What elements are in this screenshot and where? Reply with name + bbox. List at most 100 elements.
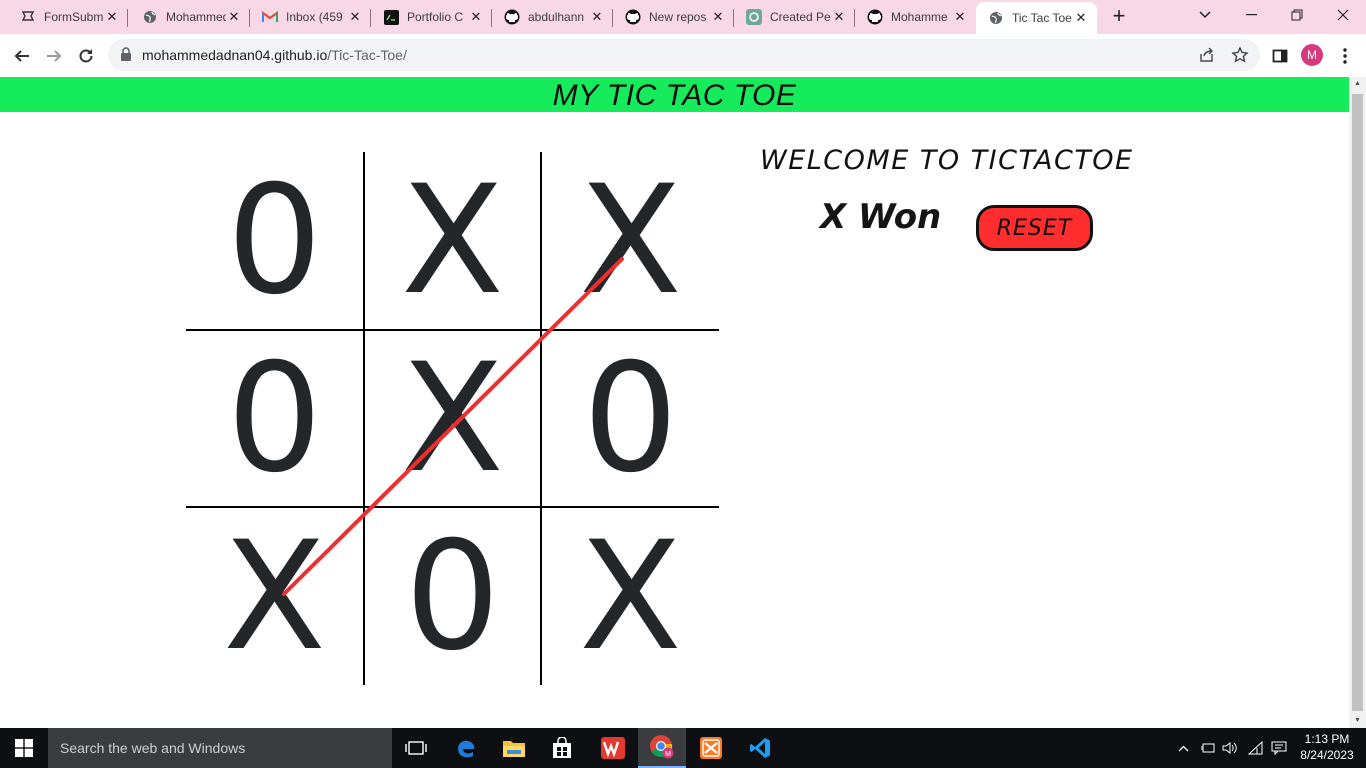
clock-date: 8/24/2023 [1300,748,1354,762]
globe-icon [988,10,1004,26]
tab-search-icon[interactable] [1182,0,1228,30]
clock-time: 1:13 PM [1304,732,1350,746]
github-icon [504,9,520,25]
scroll-up-arrow-icon[interactable]: ▲ [1349,77,1366,91]
windows-taskbar: Search the web and Windows M 1:13 PM 8/2… [0,728,1366,768]
minimize-icon[interactable] [1228,0,1274,30]
url-host: mohammedadnan04.github.io [142,47,328,63]
board-cell-3[interactable]: X [542,152,719,329]
page-viewport: MY TIC TAC TOE 0 X X 0 X 0 X 0 X WELCOME… [0,77,1349,728]
page-scrollbar[interactable]: ▲ ▼ [1349,77,1366,728]
power-battery-icon[interactable] [1197,728,1219,768]
tab-title: abdulhann [528,10,585,24]
close-tab-icon[interactable]: ✕ [1073,10,1089,26]
forward-arrow-icon[interactable] [40,42,68,70]
tab-new-repos[interactable]: New repos ✕ [613,2,734,32]
menu-kebab-icon[interactable] [1333,44,1357,68]
restore-icon[interactable] [1274,0,1320,30]
close-tab-icon[interactable]: ✕ [952,9,968,25]
address-bar[interactable]: mohammedadnan04.github.io/Tic-Tac-Toe/ [108,39,1260,71]
profile-avatar[interactable]: M [1301,44,1323,66]
share-icon[interactable] [1198,46,1216,64]
tab-formsubmit[interactable]: FormSubmit ✕ [0,2,128,32]
tab-title: Created Pe [770,10,831,24]
scroll-down-arrow-icon[interactable]: ▼ [1349,714,1366,728]
close-window-icon[interactable] [1320,0,1366,30]
github-icon [867,9,883,25]
tab-title: Tic Tac Toe [1012,11,1072,25]
tab-title: Inbox (459 [286,10,343,24]
board-cell-8[interactable]: 0 [364,508,541,685]
xampp-icon[interactable] [687,728,735,768]
tab-tic-tac-toe[interactable]: Tic Tac Toe ✕ [976,2,1097,34]
close-tab-icon[interactable]: ✕ [226,9,242,25]
board-cell-1[interactable]: 0 [186,152,363,329]
close-tab-icon[interactable]: ✕ [710,9,726,25]
file-explorer-icon[interactable] [490,728,538,768]
formsubmit-icon [20,9,36,25]
board-cell-6[interactable]: 0 [542,330,719,507]
task-view-icon[interactable] [392,728,440,768]
url-path: /Tic-Tac-Toe/ [327,47,407,63]
globe-icon [142,9,158,25]
tab-abdulhann[interactable]: abdulhann ✕ [492,2,613,32]
edge-browser-icon[interactable] [442,728,490,768]
notification-center-icon[interactable] [1269,728,1289,768]
tab-title: New repos [649,10,707,24]
board-cell-4[interactable]: 0 [186,330,363,507]
board-cell-9[interactable]: X [542,508,719,685]
tab-portfolio[interactable]: Portfolio C ✕ [371,2,492,32]
url-text[interactable]: mohammedadnan04.github.io/Tic-Tac-Toe/ [142,47,407,63]
github-icon [625,9,641,25]
tab-title: FormSubmit [44,10,104,24]
chatgpt-icon [746,9,762,25]
taskbar-clock[interactable]: 1:13 PM 8/24/2023 [1296,731,1358,763]
board-cell-5[interactable]: X [364,330,541,507]
grid-line-vertical-1 [363,152,365,685]
close-tab-icon[interactable]: ✕ [104,9,120,25]
tab-title: Mohamme [891,10,948,24]
close-tab-icon[interactable]: ✕ [589,9,605,25]
grid-line-horizontal-1 [186,329,719,331]
tab-inbox[interactable]: Inbox (459 ✕ [250,2,371,32]
tab-mohammed-1[interactable]: Mohammed ✕ [128,2,250,32]
board-cell-7[interactable]: X [186,508,363,685]
tab-title: Portfolio C [407,10,464,24]
taskbar-search-box[interactable]: Search the web and Windows [48,728,392,768]
chrome-icon[interactable]: M [638,728,686,768]
codepen-icon [383,9,399,25]
close-tab-icon[interactable]: ✕ [831,9,847,25]
close-tab-icon[interactable]: ✕ [347,9,363,25]
show-hidden-icons-chevron-icon[interactable] [1174,728,1192,768]
tab-mohammed-2[interactable]: Mohamme ✕ [855,2,976,32]
speaker-volume-icon[interactable] [1220,728,1240,768]
vscode-icon[interactable] [736,728,784,768]
side-panel-icon[interactable] [1268,44,1292,68]
reload-icon[interactable] [72,42,100,70]
windows-start-icon[interactable] [0,728,48,768]
grid-line-vertical-2 [540,152,542,685]
close-tab-icon[interactable]: ✕ [468,9,484,25]
page-title: MY TIC TAC TOE [552,79,797,112]
board-cell-2[interactable]: X [364,152,541,329]
network-wifi-icon[interactable] [1246,728,1266,768]
scrollbar-thumb[interactable] [1352,94,1363,711]
tab-strip: FormSubmit ✕ Mohammed ✕ Inbox (459 ✕ Por… [0,0,1366,34]
gmail-icon [262,9,278,25]
page-banner: MY TIC TAC TOE [0,77,1349,112]
svg-text:M: M [665,751,671,758]
bookmark-star-icon[interactable] [1231,46,1249,64]
store-icon[interactable] [538,728,586,768]
back-arrow-icon[interactable] [8,42,36,70]
game-status: X Won [820,197,942,237]
welcome-heading: WELCOME TO TICTACTOE [760,145,1134,176]
wps-office-icon[interactable] [589,728,637,768]
browser-toolbar: mohammedadnan04.github.io/Tic-Tac-Toe/ M [0,34,1366,77]
grid-line-horizontal-2 [186,506,719,508]
tab-title: Mohammed [166,10,226,24]
tab-created[interactable]: Created Pe ✕ [734,2,855,32]
game-board: 0 X X 0 X 0 X 0 X [186,152,719,685]
lock-icon[interactable] [120,47,132,66]
new-tab-button[interactable]: + [1106,5,1132,29]
reset-button[interactable]: RESET [976,205,1093,251]
